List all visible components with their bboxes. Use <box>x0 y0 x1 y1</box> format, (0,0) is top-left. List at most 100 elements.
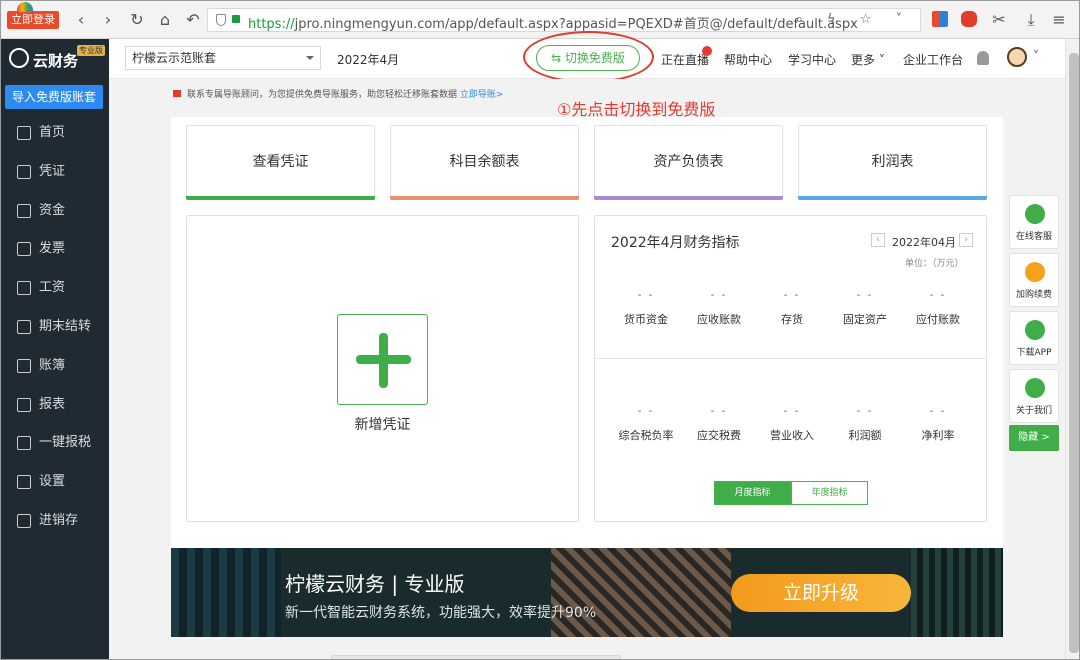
metric-label: 固定资产 <box>843 313 887 326</box>
float-item-3[interactable]: 关于我们 <box>1009 369 1059 423</box>
notice-link[interactable]: 立即导账> <box>460 90 504 100</box>
voucher-icon <box>17 164 31 179</box>
nav-enterprise[interactable]: 企业工作台 <box>903 51 963 68</box>
grid-icon[interactable] <box>932 11 948 27</box>
sidebar-item-7[interactable]: 报表 <box>1 386 109 424</box>
period-label[interactable]: 2022年4月 <box>337 51 399 68</box>
lock-icon <box>232 15 240 23</box>
import-free-button[interactable]: 导入免费版账套 <box>5 85 103 109</box>
card-income[interactable]: 利润表 <box>798 125 987 200</box>
url-text: https://jpro.ningmengyun.com/app/default… <box>248 17 858 32</box>
notice-text: 联系专属导账顾问，为您提供免费导账服务，助您轻松迁移账套数据 <box>187 90 458 100</box>
card-accent-bar <box>798 196 987 200</box>
metric-label: 存货 <box>781 313 803 326</box>
bell-icon[interactable] <box>977 51 989 65</box>
sidebar-item-10[interactable]: 进销存 <box>1 502 109 540</box>
next-month-button[interactable]: › <box>959 233 973 247</box>
sidebar-item-0[interactable]: 首页 <box>1 114 109 152</box>
nav-learn[interactable]: 学习中心 <box>788 51 836 68</box>
app-header: 云财务 专业版 柠檬云示范账套 2022年4月 ⇆ 切换免费版 正在直播 帮助中… <box>1 31 1065 83</box>
reload-icon[interactable]: ↻ <box>127 10 147 30</box>
tax-icon <box>17 436 31 451</box>
metric-label: 净利率 <box>921 429 955 442</box>
banner-subtitle: 新一代智能云财务系统，功能强大，效率提升90% <box>285 605 597 621</box>
home-icon <box>17 126 31 140</box>
nav-help[interactable]: 帮助中心 <box>724 51 772 68</box>
sidebar-item-4[interactable]: 工资 <box>1 269 109 307</box>
headset-icon <box>1025 204 1045 224</box>
sidebar-item-6[interactable]: 账簿 <box>1 347 109 385</box>
sidebar-item-1[interactable]: 凭证 <box>1 153 109 191</box>
gear-icon <box>17 475 31 490</box>
gamepad-icon[interactable] <box>961 11 977 27</box>
metric-value: - - <box>637 290 655 301</box>
sidebar-item-3[interactable]: 发票 <box>1 230 109 268</box>
banner-texture <box>171 548 281 637</box>
address-bar[interactable]: https://jpro.ningmengyun.com/app/default… <box>207 8 921 32</box>
horizontal-scrollbar[interactable] <box>331 655 621 659</box>
tab-yearly[interactable]: 年度指标 <box>791 481 868 505</box>
float-item-0[interactable]: 在线客服 <box>1009 195 1059 249</box>
metric-value: - - <box>929 290 947 301</box>
scrollbar-thumb[interactable] <box>1069 53 1079 653</box>
float-item-2[interactable]: 下载APP <box>1009 311 1059 365</box>
card-balance[interactable]: 科目余额表 <box>390 125 579 200</box>
undo-icon[interactable]: ↶ <box>183 10 203 30</box>
sidebar-item-9[interactable]: 设置 <box>1 463 109 501</box>
add-voucher-box: 新增凭证 <box>186 215 579 522</box>
metric-value: - - <box>856 290 874 301</box>
metric-label: 应付账款 <box>916 313 960 326</box>
card-balance-sheet[interactable]: 资产负债表 <box>594 125 783 200</box>
sidebar-item-5[interactable]: 期末结转 <box>1 308 109 346</box>
logo-mark-icon <box>9 48 29 68</box>
chevron-down-icon[interactable]: ˅ <box>1033 49 1039 63</box>
upgrade-button[interactable]: 立即升级 <box>731 574 911 612</box>
forward-icon[interactable]: › <box>98 10 118 30</box>
crown-icon <box>1025 262 1045 282</box>
sidebar-item-label: 一键报税 <box>39 435 92 451</box>
scissors-icon[interactable]: ✂ <box>989 10 1009 30</box>
sidebar-item-8[interactable]: 一键报税 <box>1 424 109 462</box>
float-item-1[interactable]: 加购续费 <box>1009 253 1059 307</box>
sidebar-item-2[interactable]: 资金 <box>1 192 109 230</box>
float-item-label: 关于我们 <box>1015 406 1052 416</box>
sidebar-item-label: 设置 <box>39 474 66 490</box>
banner-texture <box>911 548 1003 637</box>
card-voucher[interactable]: 查看凭证 <box>186 125 375 200</box>
menu-icon[interactable]: ≡ <box>1049 10 1069 30</box>
avatar[interactable] <box>1007 47 1027 67</box>
add-voucher-button[interactable] <box>337 314 428 405</box>
metric-row1-4: - - 应付账款 <box>905 290 971 327</box>
nav-more[interactable]: 更多 ˅ <box>851 51 885 68</box>
card-accent-bar <box>594 196 783 200</box>
finance-period: 2022年04月 <box>892 236 956 249</box>
metric-label: 综合税负率 <box>618 429 674 442</box>
hide-button[interactable]: 隐藏 > <box>1009 425 1059 451</box>
switch-free-button[interactable]: ⇆ 切换免费版 <box>536 45 640 71</box>
back-icon[interactable]: ‹ <box>71 10 91 30</box>
report-icon <box>17 397 31 412</box>
period-close-icon <box>17 320 31 334</box>
address-bar-icons[interactable]: ⌕ ϟ ☆ ˅ <box>796 12 912 27</box>
sidebar-item-label: 发票 <box>39 241 66 257</box>
metric-value: - - <box>710 290 728 301</box>
inventory-icon <box>17 514 31 528</box>
metric-value: - - <box>783 290 801 301</box>
add-voucher-label: 新增凭证 <box>354 417 411 433</box>
browser-toolbar: 立即登录 ‹ › ↻ ⌂ ↶ https://jpro.ningmengyun.… <box>1 1 1079 39</box>
prev-month-button[interactable]: ‹ <box>871 233 885 247</box>
download-icon[interactable]: ⤓ <box>1021 10 1041 30</box>
home-icon[interactable]: ⌂ <box>155 10 175 30</box>
wechat-icon <box>1025 378 1045 398</box>
account-select[interactable]: 柠檬云示范账套 <box>125 46 321 70</box>
tab-monthly[interactable]: 月度指标 <box>714 481 791 505</box>
upgrade-banner[interactable]: 柠檬云财务 | 专业版 新一代智能云财务系统，功能强大，效率提升90% 立即升级 <box>171 548 1003 637</box>
sidebar-item-label: 期末结转 <box>39 319 92 334</box>
sidebar-item-label: 进销存 <box>39 513 79 528</box>
logo[interactable]: 云财务 专业版 <box>1 39 109 79</box>
vertical-scrollbar[interactable] <box>1065 39 1079 659</box>
sidebar-item-label: 凭证 <box>39 163 66 179</box>
metric-row1-3: - - 固定资产 <box>832 290 898 327</box>
login-badge[interactable]: 立即登录 <box>7 2 59 29</box>
metric-row2-1: - - 应交税费 <box>686 406 752 443</box>
